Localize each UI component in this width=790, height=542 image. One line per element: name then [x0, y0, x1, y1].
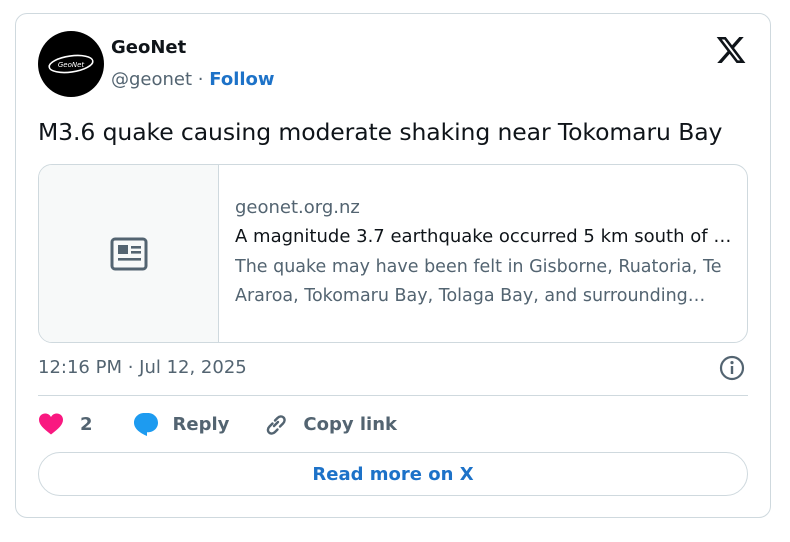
info-icon[interactable]	[718, 354, 746, 382]
geonet-logo-icon: GeoNet	[48, 54, 94, 74]
author-handle-row: @geonet · Follow	[111, 69, 275, 90]
newspaper-icon	[110, 237, 147, 270]
tweet-embed-card: GeoNet GeoNet @geonet · Follow M3.6 quak…	[15, 13, 771, 518]
like-count: 2	[80, 413, 93, 435]
link-preview-card[interactable]: geonet.org.nz A magnitude 3.7 earthquake…	[38, 164, 748, 343]
copy-link-label: Copy link	[303, 413, 397, 435]
read-more-button[interactable]: Read more on X	[38, 452, 748, 496]
divider	[38, 395, 748, 396]
author-handle[interactable]: @geonet	[111, 69, 192, 90]
copy-link-button[interactable]: Copy link	[263, 411, 397, 437]
tweet-text: M3.6 quake causing moderate shaking near…	[38, 118, 723, 146]
separator-dot: ·	[197, 69, 204, 90]
avatar[interactable]: GeoNet	[38, 31, 104, 97]
action-bar: 2 Reply Copy link	[38, 410, 431, 438]
tweet-timestamp[interactable]: 12:16 PM · Jul 12, 2025	[38, 357, 247, 378]
link-thumbnail	[39, 165, 219, 342]
follow-button[interactable]: Follow	[209, 69, 274, 90]
link-title: A magnitude 3.7 earthquake occurred 5 km…	[235, 226, 735, 247]
reply-bubble-icon	[133, 413, 158, 436]
reply-button[interactable]: Reply	[133, 411, 230, 437]
reply-label: Reply	[172, 413, 230, 435]
link-icon	[267, 415, 287, 435]
avatar-logo-text: GeoNet	[58, 61, 85, 69]
like-button[interactable]: 2	[38, 412, 93, 436]
x-logo-icon[interactable]	[715, 34, 747, 66]
link-domain: geonet.org.nz	[235, 197, 360, 218]
heart-icon	[39, 413, 63, 435]
link-body: geonet.org.nz A magnitude 3.7 earthquake…	[235, 197, 735, 311]
author-name[interactable]: GeoNet	[111, 37, 186, 58]
link-description: The quake may have been felt in Gisborne…	[235, 257, 722, 306]
